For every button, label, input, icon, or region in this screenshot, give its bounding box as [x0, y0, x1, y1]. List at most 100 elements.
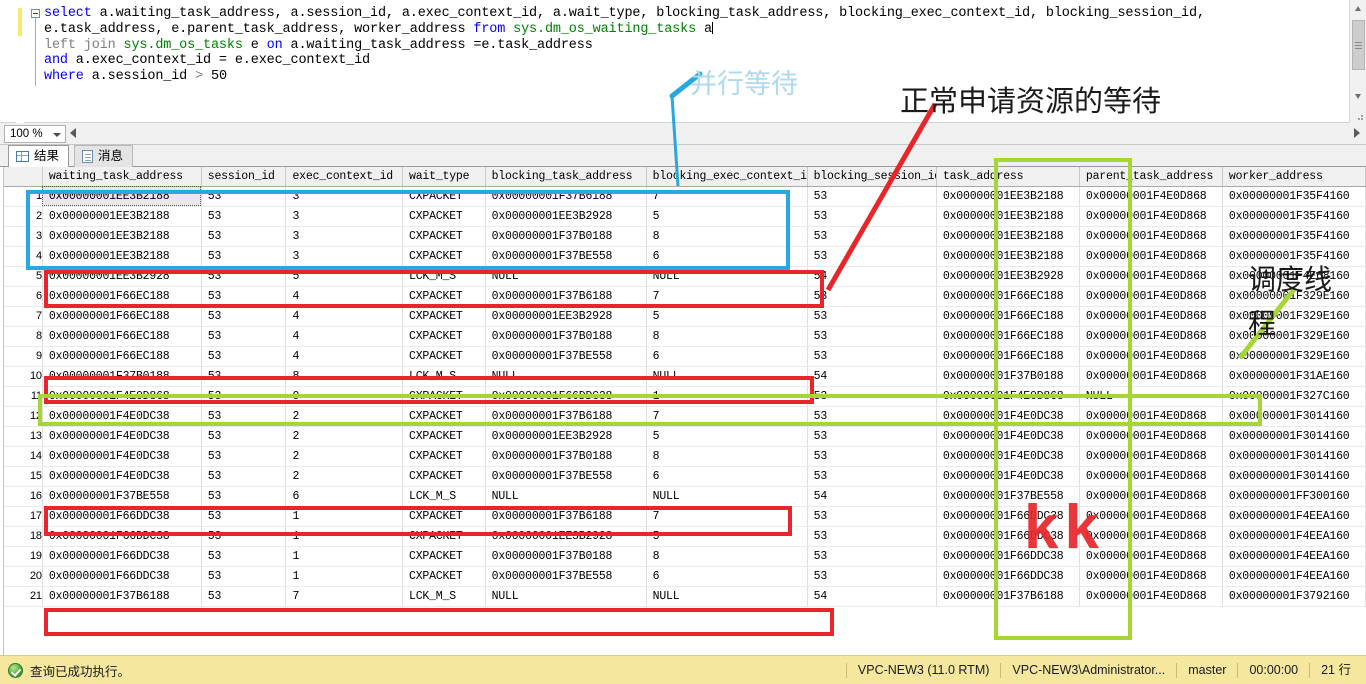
cell-exec_context_id[interactable]: 1 — [286, 506, 403, 526]
cell-parent_task_address[interactable]: 0x00000001F4E0D868 — [1079, 406, 1222, 426]
cell-task_address[interactable]: 0x00000001F66EC188 — [936, 286, 1079, 306]
table-row[interactable]: 70x00000001F66EC188534CXPACKET0x00000001… — [0, 306, 1366, 326]
cell-exec_context_id[interactable]: 4 — [286, 306, 403, 326]
tab-messages[interactable]: 消息 — [74, 145, 133, 167]
cell-waiting_task_address[interactable]: 0x00000001EE3B2928 — [42, 266, 201, 286]
cell-blocking_session_id[interactable]: 53 — [807, 566, 936, 586]
cell-blocking_task_address[interactable]: 0x00000001EE3B2928 — [485, 426, 646, 446]
cell-parent_task_address[interactable]: 0x00000001F4E0D868 — [1079, 346, 1222, 366]
table-row[interactable]: 150x00000001F4E0DC38532CXPACKET0x0000000… — [0, 466, 1366, 486]
cell-blocking_exec_context_id[interactable]: 5 — [646, 206, 807, 226]
cell-exec_context_id[interactable]: 7 — [286, 586, 403, 606]
table-row[interactable]: 140x00000001F4E0DC38532CXPACKET0x0000000… — [0, 446, 1366, 466]
cell-blocking_exec_context_id[interactable]: NULL — [646, 366, 807, 386]
cell-exec_context_id[interactable]: 4 — [286, 346, 403, 366]
cell-blocking_task_address[interactable]: NULL — [485, 486, 646, 506]
cell-blocking_session_id[interactable]: 53 — [807, 226, 936, 246]
cell-wait_type[interactable]: LCK_M_S — [403, 486, 486, 506]
cell-task_address[interactable]: 0x00000001EE3B2188 — [936, 226, 1079, 246]
cell-waiting_task_address[interactable]: 0x00000001F66EC188 — [42, 306, 201, 326]
column-header-task_address[interactable]: task_address — [936, 167, 1079, 186]
scroll-up-button[interactable] — [1350, 0, 1366, 17]
cell-parent_task_address[interactable]: 0x00000001F4E0D868 — [1079, 366, 1222, 386]
cell-waiting_task_address[interactable]: 0x00000001F37B0188 — [42, 366, 201, 386]
cell-blocking_exec_context_id[interactable]: 6 — [646, 466, 807, 486]
cell-task_address[interactable]: 0x00000001F66EC188 — [936, 346, 1079, 366]
cell-wait_type[interactable]: CXPACKET — [403, 466, 486, 486]
row-number-cell[interactable]: 5 — [0, 266, 42, 286]
table-row[interactable]: 190x00000001F66DDC38531CXPACKET0x0000000… — [0, 546, 1366, 566]
row-number-cell[interactable]: 20 — [0, 566, 42, 586]
cell-session_id[interactable]: 53 — [201, 566, 286, 586]
cell-worker_address[interactable]: 0x00000001F3014160 — [1222, 406, 1365, 426]
editor-outlining-margin[interactable] — [30, 0, 44, 123]
cell-task_address[interactable]: 0x00000001F4E0DC38 — [936, 426, 1079, 446]
cell-blocking_session_id[interactable]: 53 — [807, 446, 936, 466]
cell-wait_type[interactable]: CXPACKET — [403, 426, 486, 446]
cell-parent_task_address[interactable]: 0x00000001F4E0D868 — [1079, 586, 1222, 606]
cell-task_address[interactable]: 0x00000001EE3B2928 — [936, 266, 1079, 286]
cell-blocking_session_id[interactable]: 53 — [807, 246, 936, 266]
table-row[interactable]: 130x00000001F4E0DC38532CXPACKET0x0000000… — [0, 426, 1366, 446]
cell-parent_task_address[interactable]: 0x00000001F4E0D868 — [1079, 446, 1222, 466]
cell-task_address[interactable]: 0x00000001F66DDC38 — [936, 506, 1079, 526]
cell-parent_task_address[interactable]: 0x00000001F4E0D868 — [1079, 546, 1222, 566]
cell-blocking_exec_context_id[interactable]: 8 — [646, 326, 807, 346]
cell-exec_context_id[interactable]: 1 — [286, 546, 403, 566]
sql-code-text[interactable]: select a.waiting_task_address, a.session… — [44, 6, 1205, 85]
row-number-cell[interactable]: 3 — [0, 226, 42, 246]
cell-blocking_exec_context_id[interactable]: 7 — [646, 286, 807, 306]
cell-task_address[interactable]: 0x00000001F66EC188 — [936, 306, 1079, 326]
cell-blocking_exec_context_id[interactable]: NULL — [646, 486, 807, 506]
cell-blocking_session_id[interactable]: 53 — [807, 326, 936, 346]
cell-task_address[interactable]: 0x00000001F37B0188 — [936, 366, 1079, 386]
scroll-down-button[interactable] — [1350, 88, 1366, 105]
cell-task_address[interactable]: 0x00000001F4E0DC38 — [936, 466, 1079, 486]
cell-session_id[interactable]: 53 — [201, 226, 286, 246]
cell-worker_address[interactable]: 0x00000001F4EEA160 — [1222, 526, 1365, 546]
cell-session_id[interactable]: 53 — [201, 346, 286, 366]
cell-task_address[interactable]: 0x00000001F66DDC38 — [936, 566, 1079, 586]
cell-waiting_task_address[interactable]: 0x00000001EE3B2188 — [42, 246, 201, 266]
table-row[interactable]: 20x00000001EE3B2188533CXPACKET0x00000001… — [0, 206, 1366, 226]
row-number-cell[interactable]: 1 — [0, 186, 42, 206]
cell-session_id[interactable]: 53 — [201, 506, 286, 526]
cell-blocking_task_address[interactable]: 0x00000001EE3B2928 — [485, 206, 646, 226]
editor-vertical-scrollbar[interactable] — [1349, 0, 1366, 123]
row-number-cell[interactable]: 21 — [0, 586, 42, 606]
row-number-cell[interactable]: 15 — [0, 466, 42, 486]
cell-worker_address[interactable]: 0x00000001F31AE160 — [1222, 366, 1365, 386]
cell-task_address[interactable]: 0x00000001F4E0DC38 — [936, 406, 1079, 426]
table-row[interactable]: 80x00000001F66EC188534CXPACKET0x00000001… — [0, 326, 1366, 346]
cell-blocking_task_address[interactable]: 0x00000001F37BE558 — [485, 466, 646, 486]
cell-task_address[interactable]: 0x00000001EE3B2188 — [936, 206, 1079, 226]
cell-blocking_task_address[interactable]: 0x00000001F37B0188 — [485, 546, 646, 566]
cell-wait_type[interactable]: CXPACKET — [403, 386, 486, 406]
cell-session_id[interactable]: 53 — [201, 206, 286, 226]
status-database[interactable]: master — [1176, 663, 1237, 678]
cell-waiting_task_address[interactable]: 0x00000001F66DDC38 — [42, 526, 201, 546]
cell-worker_address[interactable]: 0x00000001F329E160 — [1222, 306, 1365, 326]
cell-session_id[interactable]: 53 — [201, 366, 286, 386]
cell-parent_task_address[interactable]: 0x00000001F4E0D868 — [1079, 286, 1222, 306]
cell-exec_context_id[interactable]: 3 — [286, 246, 403, 266]
splitter-right-arrow-icon[interactable] — [1354, 128, 1360, 138]
cell-wait_type[interactable]: CXPACKET — [403, 186, 486, 206]
cell-waiting_task_address[interactable]: 0x00000001F66DDC38 — [42, 506, 201, 526]
cell-blocking_task_address[interactable]: 0x00000001F37B0188 — [485, 446, 646, 466]
table-row[interactable]: 180x00000001F66DDC38531CXPACKET0x0000000… — [0, 526, 1366, 546]
cell-session_id[interactable]: 53 — [201, 586, 286, 606]
cell-parent_task_address[interactable]: 0x00000001F4E0D868 — [1079, 506, 1222, 526]
cell-wait_type[interactable]: CXPACKET — [403, 526, 486, 546]
cell-exec_context_id[interactable]: 8 — [286, 366, 403, 386]
cell-session_id[interactable]: 53 — [201, 266, 286, 286]
cell-blocking_session_id[interactable]: 53 — [807, 546, 936, 566]
column-header-waiting_task_address[interactable]: waiting_task_address — [42, 167, 201, 186]
cell-blocking_task_address[interactable]: 0x00000001F66DDC38 — [485, 386, 646, 406]
cell-wait_type[interactable]: CXPACKET — [403, 406, 486, 426]
cell-task_address[interactable]: 0x00000001F66DDC38 — [936, 546, 1079, 566]
table-row[interactable]: 30x00000001EE3B2188533CXPACKET0x00000001… — [0, 226, 1366, 246]
cell-wait_type[interactable]: CXPACKET — [403, 326, 486, 346]
cell-waiting_task_address[interactable]: 0x00000001F4E0DC38 — [42, 466, 201, 486]
cell-blocking_task_address[interactable]: 0x00000001F37B0188 — [485, 326, 646, 346]
